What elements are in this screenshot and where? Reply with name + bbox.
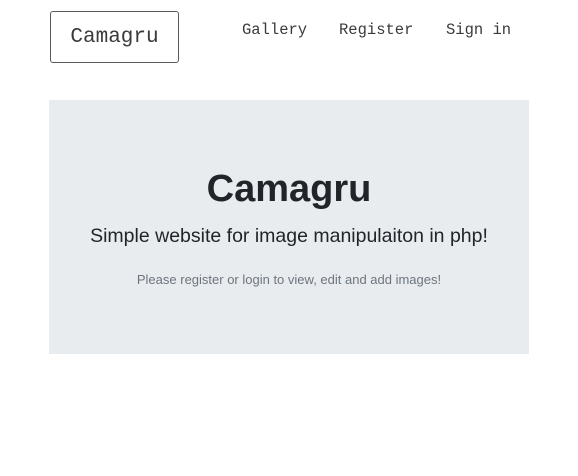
hero-jumbotron: Camagru Simple website for image manipul… — [49, 100, 529, 354]
top-navigation: Gallery Register Sign in — [0, 19, 578, 41]
hero-lead-text: Simple website for image manipulaiton in… — [90, 225, 488, 247]
nav-link-sign-in[interactable]: Sign in — [446, 19, 511, 41]
hero-note-text: Please register or login to view, edit a… — [136, 272, 442, 287]
nav-link-register[interactable]: Register — [339, 19, 413, 41]
hero-title: Camagru — [206, 168, 372, 210]
nav-link-gallery[interactable]: Gallery — [242, 19, 307, 41]
